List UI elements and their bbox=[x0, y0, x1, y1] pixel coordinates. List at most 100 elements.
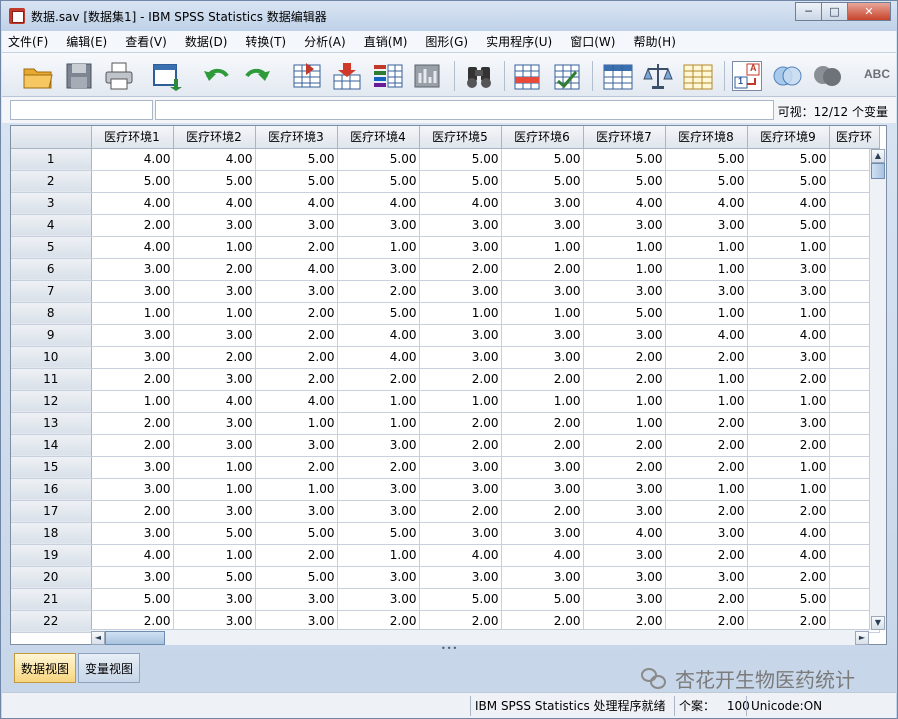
data-cell[interactable]: 2.00 bbox=[173, 346, 256, 369]
data-cell[interactable]: 3.00 bbox=[173, 214, 256, 237]
column-header[interactable]: 医疗环境1 bbox=[91, 126, 174, 149]
column-header[interactable]: 医疗环境2 bbox=[173, 126, 256, 149]
data-cell[interactable]: 2.00 bbox=[747, 500, 830, 523]
data-cell[interactable]: 4.00 bbox=[747, 324, 830, 347]
data-cell[interactable]: 2.00 bbox=[665, 434, 748, 457]
menu-direct-marketing[interactable]: 直销(M) bbox=[364, 33, 408, 50]
data-cell[interactable]: 5.00 bbox=[419, 588, 502, 611]
data-cell[interactable]: 3.00 bbox=[501, 566, 584, 589]
row-number[interactable]: 13 bbox=[11, 412, 92, 435]
data-cell[interactable]: 4.00 bbox=[255, 192, 338, 215]
data-cell[interactable]: 3.00 bbox=[583, 214, 666, 237]
spss-app-icon[interactable] bbox=[9, 8, 25, 24]
data-cell[interactable]: 1.00 bbox=[747, 236, 830, 259]
data-cell[interactable]: 3.00 bbox=[419, 324, 502, 347]
minimize-button[interactable]: ─ bbox=[795, 2, 822, 21]
data-cell[interactable]: 1.00 bbox=[665, 258, 748, 281]
row-number[interactable]: 19 bbox=[11, 544, 92, 567]
data-cell[interactable]: 1.00 bbox=[665, 302, 748, 325]
row-number[interactable]: 15 bbox=[11, 456, 92, 479]
scroll-right-button[interactable]: ► bbox=[855, 631, 869, 645]
row-number[interactable]: 20 bbox=[11, 566, 92, 589]
data-cell[interactable]: 3.00 bbox=[665, 522, 748, 545]
row-number[interactable]: 7 bbox=[11, 280, 92, 303]
data-cell[interactable]: 2.00 bbox=[583, 346, 666, 369]
data-cell[interactable]: 2.00 bbox=[419, 500, 502, 523]
data-cell[interactable]: 1.00 bbox=[337, 544, 420, 567]
data-cell[interactable]: 5.00 bbox=[173, 170, 256, 193]
data-cell[interactable]: 1.00 bbox=[255, 412, 338, 435]
tab-data-view[interactable]: 数据视图 bbox=[14, 653, 77, 683]
data-cell[interactable]: 3.00 bbox=[419, 478, 502, 501]
menu-view[interactable]: 查看(V) bbox=[125, 33, 167, 50]
redo-icon[interactable] bbox=[242, 61, 272, 91]
data-cell[interactable]: 3.00 bbox=[583, 280, 666, 303]
row-number[interactable]: 18 bbox=[11, 522, 92, 545]
data-cell[interactable]: 4.00 bbox=[255, 390, 338, 413]
data-cell[interactable]: 1.00 bbox=[173, 456, 256, 479]
vertical-scrollbar[interactable]: ▲ ▼ bbox=[869, 149, 886, 630]
data-cell[interactable]: 3.00 bbox=[501, 192, 584, 215]
data-cell[interactable]: 3.00 bbox=[91, 456, 174, 479]
data-cell[interactable]: 4.00 bbox=[337, 192, 420, 215]
data-cell[interactable]: 1.00 bbox=[501, 302, 584, 325]
data-cell[interactable]: 3.00 bbox=[91, 258, 174, 281]
data-cell[interactable]: 1.00 bbox=[173, 544, 256, 567]
data-cell[interactable]: 2.00 bbox=[665, 588, 748, 611]
data-cell[interactable]: 3.00 bbox=[747, 258, 830, 281]
data-cell[interactable]: 5.00 bbox=[255, 170, 338, 193]
data-cell[interactable]: 2.00 bbox=[255, 368, 338, 391]
row-number[interactable]: 2 bbox=[11, 170, 92, 193]
row-number[interactable]: 6 bbox=[11, 258, 92, 281]
data-cell[interactable]: 4.00 bbox=[583, 192, 666, 215]
data-cell[interactable]: 3.00 bbox=[583, 544, 666, 567]
data-cell[interactable]: 3.00 bbox=[665, 280, 748, 303]
data-cell[interactable]: 3.00 bbox=[665, 214, 748, 237]
data-cell[interactable]: 3.00 bbox=[255, 214, 338, 237]
data-cell[interactable]: 3.00 bbox=[501, 478, 584, 501]
data-cell[interactable]: 4.00 bbox=[91, 192, 174, 215]
scroll-left-button[interactable]: ◄ bbox=[91, 631, 105, 645]
menu-edit[interactable]: 编辑(E) bbox=[66, 33, 107, 50]
data-cell[interactable]: 1.00 bbox=[665, 368, 748, 391]
data-cell[interactable]: 3.00 bbox=[255, 588, 338, 611]
data-cell[interactable]: 1.00 bbox=[747, 456, 830, 479]
data-cell[interactable]: 5.00 bbox=[255, 522, 338, 545]
data-cell[interactable]: 3.00 bbox=[173, 324, 256, 347]
data-cell[interactable]: 3.00 bbox=[501, 214, 584, 237]
data-cell[interactable]: 4.00 bbox=[583, 522, 666, 545]
menu-window[interactable]: 窗口(W) bbox=[570, 33, 615, 50]
data-cell[interactable]: 2.00 bbox=[91, 214, 174, 237]
data-cell[interactable]: 3.00 bbox=[255, 280, 338, 303]
data-cell[interactable]: 4.00 bbox=[665, 192, 748, 215]
undo-icon[interactable] bbox=[202, 61, 232, 91]
data-cell[interactable]: 1.00 bbox=[747, 302, 830, 325]
data-cell[interactable]: 1.00 bbox=[91, 302, 174, 325]
data-cell[interactable]: 4.00 bbox=[91, 236, 174, 259]
data-cell[interactable]: 4.00 bbox=[337, 324, 420, 347]
cell-reference-field[interactable] bbox=[10, 100, 153, 120]
data-cell[interactable]: 3.00 bbox=[173, 368, 256, 391]
data-cell[interactable]: 1.00 bbox=[337, 412, 420, 435]
data-cell[interactable]: 3.00 bbox=[173, 280, 256, 303]
data-cell[interactable]: 5.00 bbox=[665, 148, 748, 171]
data-cell[interactable]: 4.00 bbox=[747, 192, 830, 215]
data-cell[interactable]: 5.00 bbox=[255, 148, 338, 171]
data-cell[interactable]: 4.00 bbox=[255, 258, 338, 281]
data-cell[interactable]: 3.00 bbox=[501, 456, 584, 479]
data-cell[interactable]: 2.00 bbox=[255, 456, 338, 479]
use-sets-icon[interactable] bbox=[772, 61, 802, 91]
row-number[interactable]: 4 bbox=[11, 214, 92, 237]
data-cell[interactable]: 2.00 bbox=[501, 258, 584, 281]
close-button[interactable]: ✕ bbox=[847, 2, 891, 21]
data-cell[interactable]: 3.00 bbox=[337, 214, 420, 237]
menu-utilities[interactable]: 实用程序(U) bbox=[486, 33, 552, 50]
print-icon[interactable] bbox=[104, 61, 134, 91]
data-cell[interactable]: 3.00 bbox=[419, 280, 502, 303]
column-header[interactable]: 医疗环境5 bbox=[419, 126, 502, 149]
data-cell[interactable]: 1.00 bbox=[337, 236, 420, 259]
data-cell[interactable]: 5.00 bbox=[255, 566, 338, 589]
data-cell[interactable]: 5.00 bbox=[337, 148, 420, 171]
data-cell[interactable]: 2.00 bbox=[419, 368, 502, 391]
data-cell[interactable]: 5.00 bbox=[501, 170, 584, 193]
